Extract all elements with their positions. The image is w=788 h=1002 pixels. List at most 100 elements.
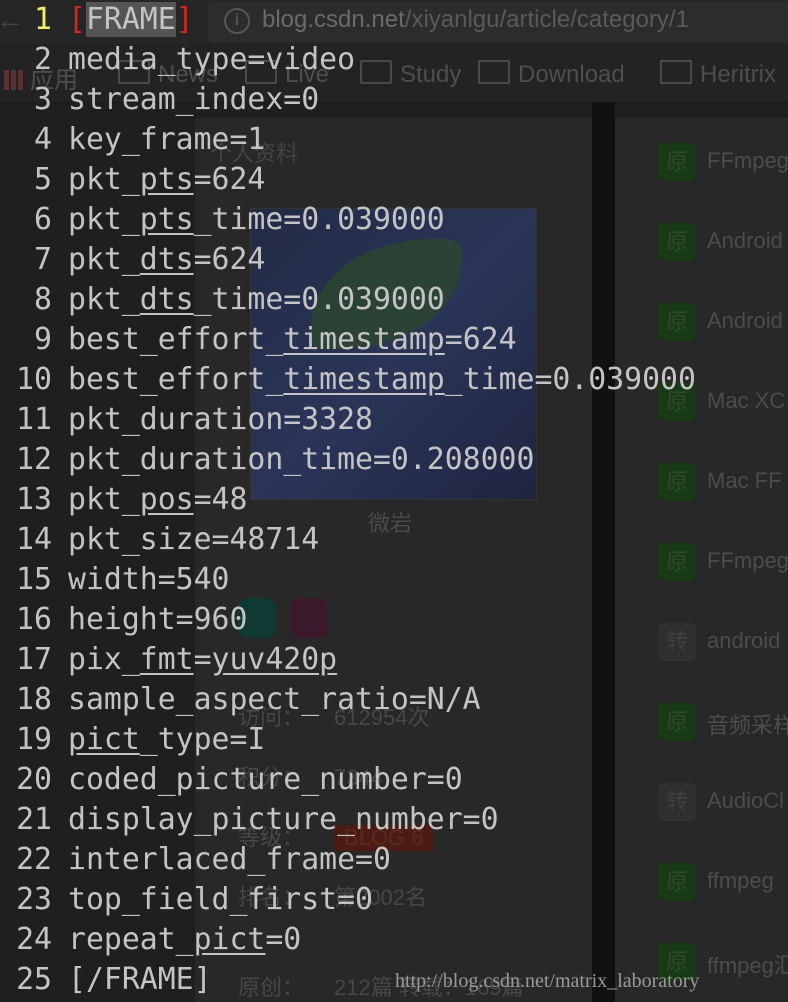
line-text: _time=0.039000 xyxy=(193,282,445,317)
line-number: 2 xyxy=(34,42,52,77)
article-title[interactable]: Android xyxy=(707,228,783,254)
editor-line[interactable]: 19 pict_type=I xyxy=(0,720,265,760)
article-title[interactable]: Mac FF xyxy=(707,468,782,494)
url-text[interactable]: blog.csdn.net/xiyanlgu/article/category/… xyxy=(262,6,689,34)
line-text: yuv420p xyxy=(211,642,338,677)
line-text: pkt_duration=3328 xyxy=(68,402,373,437)
line-text: pkt_ xyxy=(68,282,140,317)
article-title[interactable]: ffmpeg xyxy=(707,868,774,894)
line-text: =624 xyxy=(193,162,266,197)
editor-line[interactable]: 17 pix_fmt=yuv420p xyxy=(0,640,337,680)
line-number: 10 xyxy=(16,362,52,397)
editor-line[interactable]: 16 height=960 xyxy=(0,600,247,640)
line-number: 6 xyxy=(34,202,52,237)
editor-line[interactable]: 8 pkt_dts_time=0.039000 xyxy=(0,280,445,320)
editor-line[interactable]: 5 pkt_pts=624 xyxy=(0,160,265,200)
bookmark-download[interactable]: Download xyxy=(478,60,625,89)
editor-line[interactable]: 9 best_effort_timestamp=624 xyxy=(0,320,516,360)
badge-icon xyxy=(290,598,328,638)
editor-line[interactable]: 13 pkt_pos=48 xyxy=(0,480,247,520)
bookmark-heritrix[interactable]: Heritrix xyxy=(660,60,776,89)
line-number: 4 xyxy=(34,122,52,157)
line-text: pts xyxy=(139,162,194,197)
folder-icon xyxy=(478,60,510,84)
line-number: 22 xyxy=(16,842,52,877)
editor-line[interactable]: 21 display_picture_number=0 xyxy=(0,800,499,840)
line-text: pict xyxy=(193,922,266,957)
editor-line[interactable]: 7 pkt_dts=624 xyxy=(0,240,265,280)
line-number: 3 xyxy=(34,82,52,117)
line-number: 14 xyxy=(16,522,52,557)
editor-line[interactable]: 10 best_effort_timestamp_time=0.039000 xyxy=(0,360,696,400)
line-text: pos xyxy=(139,482,194,517)
line-text: _time=0.039000 xyxy=(444,362,696,397)
line-text: [ xyxy=(68,2,86,37)
repost-badge: 转 xyxy=(658,623,696,661)
line-number: 5 xyxy=(34,162,52,197)
watermark: http://blog.csdn.net/matrix_laboratory xyxy=(395,970,700,992)
line-text: pict xyxy=(68,722,140,757)
line-number: 21 xyxy=(16,802,52,837)
original-badge: 原 xyxy=(658,543,696,581)
line-text: [/FRAME] xyxy=(68,962,212,997)
editor-line[interactable]: 18 sample_aspect_ratio=N/A xyxy=(0,680,481,720)
line-text: width=540 xyxy=(68,562,230,597)
article-title[interactable]: 音频采样 xyxy=(707,708,788,740)
folder-icon xyxy=(360,60,392,84)
profile-name[interactable]: 微岩 xyxy=(368,506,412,538)
article-title[interactable]: Mac XC xyxy=(707,388,785,414)
article-title[interactable]: ffmpeg汇 xyxy=(707,948,788,980)
line-number: 18 xyxy=(16,682,52,717)
line-text: timestamp xyxy=(283,322,445,357)
line-text: height=960 xyxy=(68,602,248,637)
editor-line[interactable]: 4 key_frame=1 xyxy=(0,120,265,160)
editor-line[interactable]: 25 [/FRAME] xyxy=(0,960,212,1000)
editor-line[interactable]: 2 media_type=video xyxy=(0,40,355,80)
editor-line[interactable]: 15 width=540 xyxy=(0,560,229,600)
line-number: 20 xyxy=(16,762,52,797)
line-number: 23 xyxy=(16,882,52,917)
editor-line[interactable]: 6 pkt_pts_time=0.039000 xyxy=(0,200,445,240)
line-text: pix_ xyxy=(68,642,140,677)
info-icon[interactable]: i xyxy=(224,8,250,34)
article-title[interactable]: android xyxy=(707,628,780,654)
article-title[interactable]: FFmpeg xyxy=(707,148,788,174)
line-text: best_effort_ xyxy=(68,362,284,397)
editor-line[interactable]: 20 coded_picture_number=0 xyxy=(0,760,463,800)
original-badge: 原 xyxy=(658,223,696,261)
line-number: 15 xyxy=(16,562,52,597)
article-title[interactable]: FFmpeg xyxy=(707,548,788,574)
bookmark-label: Heritrix xyxy=(700,61,776,88)
article-title[interactable]: AudioCl xyxy=(707,788,784,814)
line-text: pkt_ xyxy=(68,482,140,517)
line-text: _time=0.039000 xyxy=(193,202,445,237)
editor-line[interactable]: 3 stream_index=0 xyxy=(0,80,319,120)
line-text: sample_aspect_ratio=N/A xyxy=(68,682,481,717)
line-text: coded_picture_number=0 xyxy=(68,762,463,797)
line-text: = xyxy=(193,642,212,677)
editor-line[interactable]: 22 interlaced_frame=0 xyxy=(0,840,391,880)
line-text: pkt_ xyxy=(68,162,140,197)
editor-line[interactable]: 11 pkt_duration=3328 xyxy=(0,400,373,440)
line-text: pkt_ xyxy=(68,242,140,277)
line-number: 12 xyxy=(16,442,52,477)
editor-line[interactable]: 14 pkt_size=48714 xyxy=(0,520,319,560)
original-badge: 原 xyxy=(658,863,696,901)
editor-line[interactable]: 12 pkt_duration_time=0.208000 xyxy=(0,440,534,480)
line-text: display_picture_number=0 xyxy=(68,802,499,837)
line-text: top_field_first=0 xyxy=(68,882,373,917)
bookmark-study[interactable]: Study xyxy=(360,60,461,89)
line-number: 17 xyxy=(16,642,52,677)
line-number: 24 xyxy=(16,922,52,957)
line-number: 11 xyxy=(16,402,52,437)
line-text: pkt_duration_time=0.208000 xyxy=(68,442,535,477)
line-text: FRAME xyxy=(85,2,176,37)
editor-line[interactable]: 1 [FRAME] xyxy=(0,0,194,40)
line-text: ] xyxy=(175,2,194,37)
line-text: dts xyxy=(139,282,194,317)
editor-line[interactable]: 24 repeat_pict=0 xyxy=(0,920,301,960)
line-text: pts xyxy=(139,202,194,237)
line-text: _type=I xyxy=(139,722,266,757)
editor-line[interactable]: 23 top_field_first=0 xyxy=(0,880,373,920)
article-title[interactable]: Android xyxy=(707,308,783,334)
